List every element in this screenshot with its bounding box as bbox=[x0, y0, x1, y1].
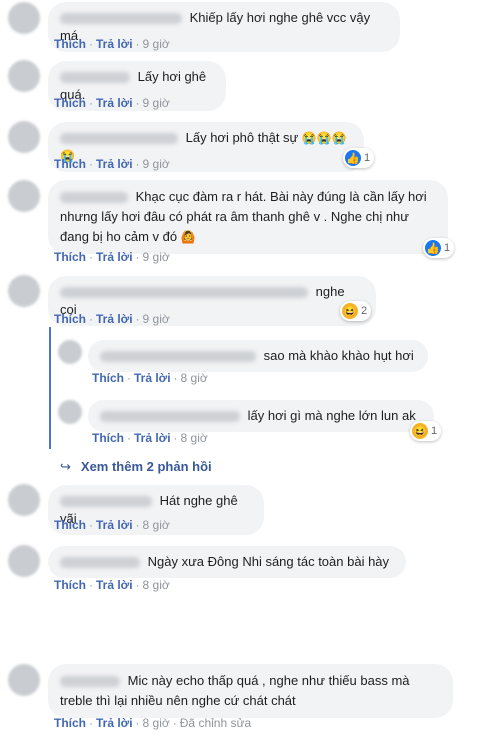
like-icon: 👍 bbox=[345, 150, 361, 166]
avatar[interactable] bbox=[58, 400, 82, 424]
timestamp[interactable]: 8 giờ bbox=[143, 578, 170, 592]
avatar[interactable] bbox=[8, 121, 40, 153]
comment-actions: Thích · Trả lời · 8 giờ bbox=[54, 578, 170, 592]
timestamp[interactable]: 8 giờ bbox=[181, 371, 208, 385]
reaction-count[interactable]: 😆 2 bbox=[340, 301, 372, 321]
timestamp[interactable]: 8 giờ bbox=[143, 518, 170, 532]
reply-actions: Thích · Trả lời · 8 giờ bbox=[92, 371, 208, 385]
timestamp[interactable]: 9 giờ bbox=[143, 37, 170, 51]
like-link[interactable]: Thích bbox=[54, 250, 86, 264]
comment-bubble: Khạc cục đàm ra r hát. Bài này đúng là c… bbox=[48, 180, 448, 254]
reply-thread-line bbox=[49, 327, 51, 449]
author-name[interactable] bbox=[60, 287, 308, 299]
like-link[interactable]: Thích bbox=[54, 518, 86, 532]
author-name[interactable] bbox=[60, 133, 178, 145]
like-link[interactable]: Thích bbox=[54, 96, 86, 110]
timestamp[interactable]: 9 giờ bbox=[143, 250, 170, 264]
author-name[interactable] bbox=[60, 557, 140, 569]
avatar[interactable] bbox=[8, 60, 40, 92]
reply-link[interactable]: Trả lời bbox=[134, 371, 171, 385]
reply-text: sao mà khào khào hụt hơi bbox=[263, 348, 414, 363]
avatar[interactable] bbox=[8, 2, 40, 34]
comment-text: Lấy hơi phô thật sự bbox=[185, 130, 299, 145]
comment-bubble: Ngày xưa Đông Nhi sáng tác toàn bài hày bbox=[48, 546, 406, 578]
gesture-emoji: 🙆 bbox=[180, 230, 196, 244]
author-name[interactable] bbox=[60, 192, 128, 204]
author-name[interactable] bbox=[60, 72, 130, 84]
comment-actions: Thích · Trả lời · 9 giờ bbox=[54, 37, 170, 51]
avatar[interactable] bbox=[8, 180, 40, 212]
reaction-count[interactable]: 👍 1 bbox=[423, 238, 455, 258]
avatar[interactable] bbox=[8, 484, 40, 516]
author-name[interactable] bbox=[60, 676, 120, 688]
see-more-replies-link[interactable]: ↪ Xem thêm 2 phản hồi bbox=[60, 459, 212, 475]
like-icon: 👍 bbox=[425, 240, 441, 256]
like-link[interactable]: Thích bbox=[54, 157, 86, 171]
reaction-count[interactable]: 👍 1 bbox=[343, 148, 375, 168]
avatar[interactable] bbox=[58, 340, 82, 364]
avatar[interactable] bbox=[8, 545, 40, 577]
like-link[interactable]: Thích bbox=[54, 578, 86, 592]
reply-arrow-icon: ↪ bbox=[60, 459, 71, 474]
comment-actions: Thích · Trả lời · 9 giờ bbox=[54, 96, 170, 110]
comment-actions: Thích · Trả lời · 9 giờ bbox=[54, 157, 170, 171]
reply-link[interactable]: Trả lời bbox=[96, 716, 133, 730]
timestamp[interactable]: 8 giờ bbox=[181, 431, 208, 445]
author-name[interactable] bbox=[60, 13, 182, 25]
reply-link[interactable]: Trả lời bbox=[96, 250, 133, 264]
reply-bubble: sao mà khào khào hụt hơi bbox=[88, 340, 428, 372]
timestamp[interactable]: 9 giờ bbox=[143, 312, 170, 326]
reply-link[interactable]: Trả lời bbox=[96, 157, 133, 171]
reaction-count[interactable]: 😆 1 bbox=[410, 421, 442, 441]
avatar[interactable] bbox=[8, 275, 40, 307]
reply-link[interactable]: Trả lời bbox=[96, 37, 133, 51]
haha-icon: 😆 bbox=[412, 423, 428, 439]
like-link[interactable]: Thích bbox=[54, 37, 86, 51]
comment-bubble: Mic này echo thấp quá , nghe như thiếu b… bbox=[48, 664, 453, 718]
reply-bubble: lấy hơi gì mà nghe lớn lun ak bbox=[88, 400, 434, 432]
author-name[interactable] bbox=[100, 411, 240, 423]
comment-text: Ngày xưa Đông Nhi sáng tác toàn bài hày bbox=[147, 554, 390, 569]
author-name[interactable] bbox=[60, 496, 152, 508]
like-link[interactable]: Thích bbox=[92, 371, 124, 385]
timestamp[interactable]: 8 giờ bbox=[143, 716, 170, 730]
comment-actions: Thích · Trả lời · 8 giờ bbox=[54, 518, 170, 532]
comment-actions: Thích · Trả lời · 9 giờ bbox=[54, 312, 170, 326]
reply-link[interactable]: Trả lời bbox=[96, 312, 133, 326]
reply-text: lấy hơi gì mà nghe lớn lun ak bbox=[247, 408, 416, 423]
like-link[interactable]: Thích bbox=[54, 312, 86, 326]
reply-link[interactable]: Trả lời bbox=[96, 518, 133, 532]
timestamp[interactable]: 9 giờ bbox=[143, 96, 170, 110]
author-name[interactable] bbox=[100, 351, 256, 363]
reply-link[interactable]: Trả lời bbox=[96, 578, 133, 592]
timestamp[interactable]: 9 giờ bbox=[143, 157, 170, 171]
like-link[interactable]: Thích bbox=[54, 716, 86, 730]
reply-link[interactable]: Trả lời bbox=[134, 431, 171, 445]
reply-link[interactable]: Trả lời bbox=[96, 96, 133, 110]
comment-actions: Thích · Trả lời · 8 giờ · Đã chỉnh sửa bbox=[54, 716, 252, 730]
comment-actions: Thích · Trả lời · 9 giờ bbox=[54, 250, 170, 264]
avatar[interactable] bbox=[8, 664, 40, 696]
reply-actions: Thích · Trả lời · 8 giờ bbox=[92, 431, 208, 445]
like-link[interactable]: Thích bbox=[92, 431, 124, 445]
haha-icon: 😆 bbox=[342, 303, 358, 319]
edited-label[interactable]: Đã chỉnh sửa bbox=[180, 716, 251, 730]
